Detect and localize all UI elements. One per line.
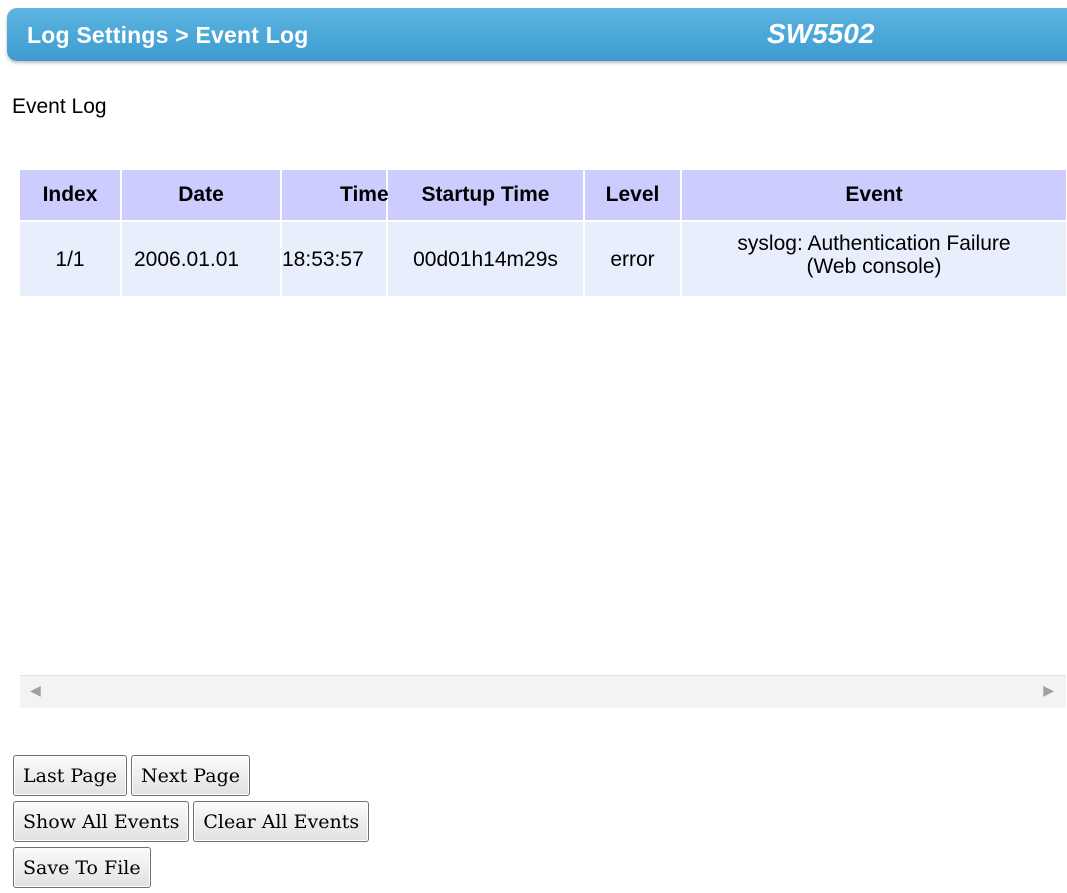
event-log-table-frame: Index Date Time Startup Time Level Event… [20,170,1066,708]
horizontal-scrollbar[interactable]: ◀ ▶ [20,675,1066,708]
button-row-paging: Last Page Next Page [13,755,369,796]
event-log-table: Index Date Time Startup Time Level Event… [20,170,1066,296]
clear-all-events-button[interactable]: Clear All Events [193,801,370,842]
column-header-event: Event [681,170,1066,222]
column-header-startup-time: Startup Time [387,170,585,222]
column-header-index: Index [20,170,122,222]
scroll-right-icon[interactable]: ▶ [1043,682,1054,699]
model-name: SW5502 [767,18,875,49]
breadcrumb: Log Settings > Event Log [27,22,309,48]
button-row-save: Save To File [13,847,369,888]
button-group: Last Page Next Page Show All Events Clea… [13,755,370,893]
table-header-row: Index Date Time Startup Time Level Event [20,170,1066,222]
column-header-date: Date [121,170,282,222]
column-header-time: Time [281,170,389,222]
scroll-left-icon[interactable]: ◀ [30,682,41,699]
cell-time: 18:53:57 [281,221,388,296]
cell-index: 1/1 [20,221,122,296]
last-page-button[interactable]: Last Page [13,755,128,796]
next-page-button[interactable]: Next Page [131,755,250,796]
cell-level: error [584,221,682,296]
cell-date: 2006.01.01 [121,221,282,296]
header-bar: Log Settings > Event Log SW5502 [7,8,1067,61]
save-to-file-button[interactable]: Save To File [13,847,151,888]
cell-event: syslog: Authentication Failure (Web cons… [681,221,1066,296]
event-text-line-2: (Web console) [806,255,942,278]
table-row: 1/1 2006.01.01 18:53:57 00d01h14m29s err… [20,221,1066,296]
event-text-line-1: syslog: Authentication Failure [737,232,1011,255]
show-all-events-button[interactable]: Show All Events [13,801,190,842]
cell-startup-time: 00d01h14m29s [387,221,585,296]
column-header-level: Level [584,170,682,222]
page-title: Event Log [12,95,107,118]
button-row-events: Show All Events Clear All Events [13,801,370,842]
